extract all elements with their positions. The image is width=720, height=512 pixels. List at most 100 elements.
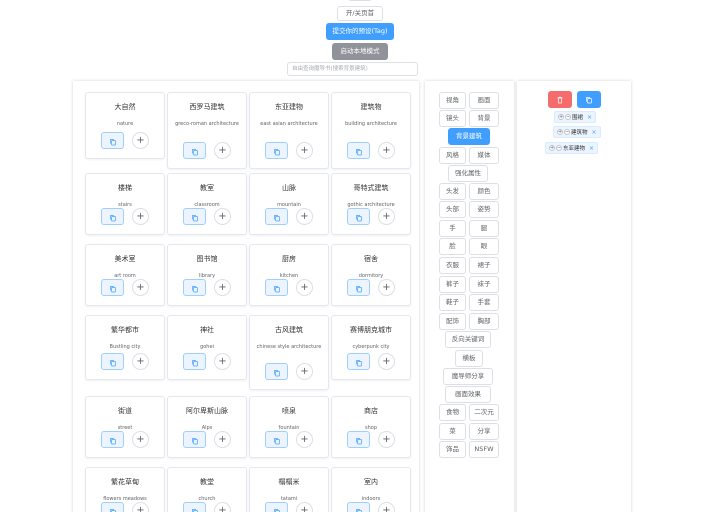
category-button[interactable]: 姿势 (469, 201, 499, 218)
copy-keyword-button[interactable] (347, 208, 370, 225)
add-keyword-button[interactable]: + (378, 142, 395, 159)
category-button[interactable]: 裙子 (469, 257, 499, 274)
category-button[interactable]: 二次元 (469, 404, 499, 421)
copy-keyword-button[interactable] (183, 353, 206, 370)
category-button[interactable]: 饰品 (439, 441, 466, 458)
search-input[interactable] (287, 62, 418, 76)
increase-weight-button[interactable]: + (558, 114, 564, 120)
add-keyword-button[interactable]: + (296, 279, 313, 296)
add-keyword-button[interactable]: + (132, 132, 149, 149)
category-button[interactable]: NSFW (469, 441, 499, 458)
category-button[interactable]: 背景 (469, 110, 499, 127)
category-button[interactable]: 鞋子 (439, 294, 466, 311)
add-keyword-button[interactable]: + (214, 353, 231, 370)
category-button[interactable]: 画面 (469, 92, 499, 109)
add-keyword-button[interactable]: + (214, 279, 231, 296)
add-keyword-button[interactable]: + (132, 431, 149, 448)
add-keyword-button[interactable]: + (296, 208, 313, 225)
copy-keyword-button[interactable] (347, 431, 370, 448)
increase-weight-button[interactable]: + (557, 129, 563, 135)
add-keyword-button[interactable]: + (132, 353, 149, 370)
copy-keyword-button[interactable] (183, 142, 206, 159)
copy-keyword-button[interactable] (101, 279, 124, 296)
copy-all-button[interactable] (577, 91, 601, 108)
add-keyword-button[interactable]: + (214, 502, 231, 512)
add-keyword-button[interactable]: + (378, 353, 395, 370)
copy-keyword-button[interactable] (265, 279, 288, 296)
add-keyword-button[interactable]: + (378, 502, 395, 512)
delete-button[interactable] (548, 91, 572, 108)
category-button[interactable]: 手 (439, 220, 466, 237)
add-keyword-button[interactable]: + (378, 208, 395, 225)
local-mode-button[interactable]: 启动本地模式 (332, 43, 388, 60)
category-button[interactable]: 头部 (439, 201, 466, 218)
category-button[interactable]: 配饰 (439, 313, 466, 330)
category-button[interactable]: 镜头 (439, 110, 466, 127)
decrease-weight-button[interactable]: − (564, 129, 570, 135)
category-button[interactable]: 胸部 (469, 313, 499, 330)
add-keyword-button[interactable]: + (214, 208, 231, 225)
copy-keyword-button[interactable] (183, 208, 206, 225)
add-keyword-button[interactable]: + (378, 431, 395, 448)
copy-keyword-button[interactable] (101, 353, 124, 370)
add-keyword-button[interactable]: + (132, 279, 149, 296)
copy-keyword-button[interactable] (183, 431, 206, 448)
add-keyword-button[interactable]: + (296, 431, 313, 448)
category-button[interactable]: 背景建筑 (448, 128, 490, 145)
add-keyword-button[interactable]: + (214, 142, 231, 159)
copy-keyword-button[interactable] (265, 502, 288, 512)
copy-keyword-button[interactable] (265, 363, 288, 380)
keyword-title: 教堂 (200, 478, 214, 486)
copy-keyword-button[interactable] (101, 208, 124, 225)
add-keyword-button[interactable]: + (296, 502, 313, 512)
decrease-weight-button[interactable]: − (556, 145, 562, 151)
copy-keyword-button[interactable] (347, 502, 370, 512)
close-icon[interactable]: × (592, 129, 597, 136)
category-button[interactable]: 媒体 (469, 147, 499, 164)
copy-keyword-button[interactable] (101, 132, 124, 149)
category-button[interactable]: 横板 (455, 350, 483, 367)
copy-keyword-button[interactable] (265, 142, 288, 159)
copy-keyword-button[interactable] (347, 353, 370, 370)
decrease-weight-button[interactable]: − (565, 114, 571, 120)
category-button[interactable]: 风格 (439, 147, 466, 164)
category-button[interactable]: 眼 (469, 238, 499, 255)
category-button[interactable]: 头发 (439, 183, 466, 200)
category-button[interactable]: 食物 (439, 404, 466, 421)
category-button[interactable]: 袜子 (469, 276, 499, 293)
category-button[interactable]: 脸 (439, 238, 466, 255)
copy-keyword-button[interactable] (347, 142, 370, 159)
category-button[interactable]: 视角 (439, 92, 466, 109)
category-button[interactable]: 衣服 (439, 257, 466, 274)
add-keyword-button[interactable]: + (378, 279, 395, 296)
category-button[interactable]: 颜色 (469, 183, 499, 200)
category-button[interactable]: 分享 (469, 423, 499, 440)
close-icon[interactable]: × (587, 114, 592, 121)
add-keyword-button[interactable]: + (296, 142, 313, 159)
submit-preset-button[interactable]: 提交你的预设(Tag) (326, 23, 394, 40)
copy-keyword-button[interactable] (183, 502, 206, 512)
category-button[interactable]: 菜 (439, 423, 466, 440)
category-button[interactable]: 手套 (469, 294, 499, 311)
category-button[interactable]: 腿 (469, 220, 499, 237)
category-button[interactable]: 裤子 (439, 276, 466, 293)
copy-keyword-button[interactable] (101, 502, 124, 512)
add-keyword-button[interactable]: + (296, 363, 313, 380)
add-keyword-button[interactable]: + (132, 502, 149, 512)
category-button[interactable]: 画面效果 (445, 386, 491, 403)
copy-keyword-button[interactable] (183, 279, 206, 296)
keyword-card: 东亚建物 east asian architecture + (249, 92, 329, 169)
copy-keyword-button[interactable] (265, 208, 288, 225)
copy-icon (355, 207, 363, 226)
copy-keyword-button[interactable] (101, 431, 124, 448)
toggle-header-button[interactable]: 开/关页首 (337, 6, 383, 21)
copy-keyword-button[interactable] (265, 431, 288, 448)
close-icon[interactable]: × (589, 145, 594, 152)
copy-keyword-button[interactable] (347, 279, 370, 296)
add-keyword-button[interactable]: + (214, 431, 231, 448)
category-button[interactable]: 强化属性 (448, 165, 488, 182)
add-keyword-button[interactable]: + (132, 208, 149, 225)
category-button[interactable]: 魔导师分享 (443, 368, 493, 385)
category-button[interactable]: 反向关键词 (445, 331, 491, 348)
increase-weight-button[interactable]: + (549, 145, 555, 151)
